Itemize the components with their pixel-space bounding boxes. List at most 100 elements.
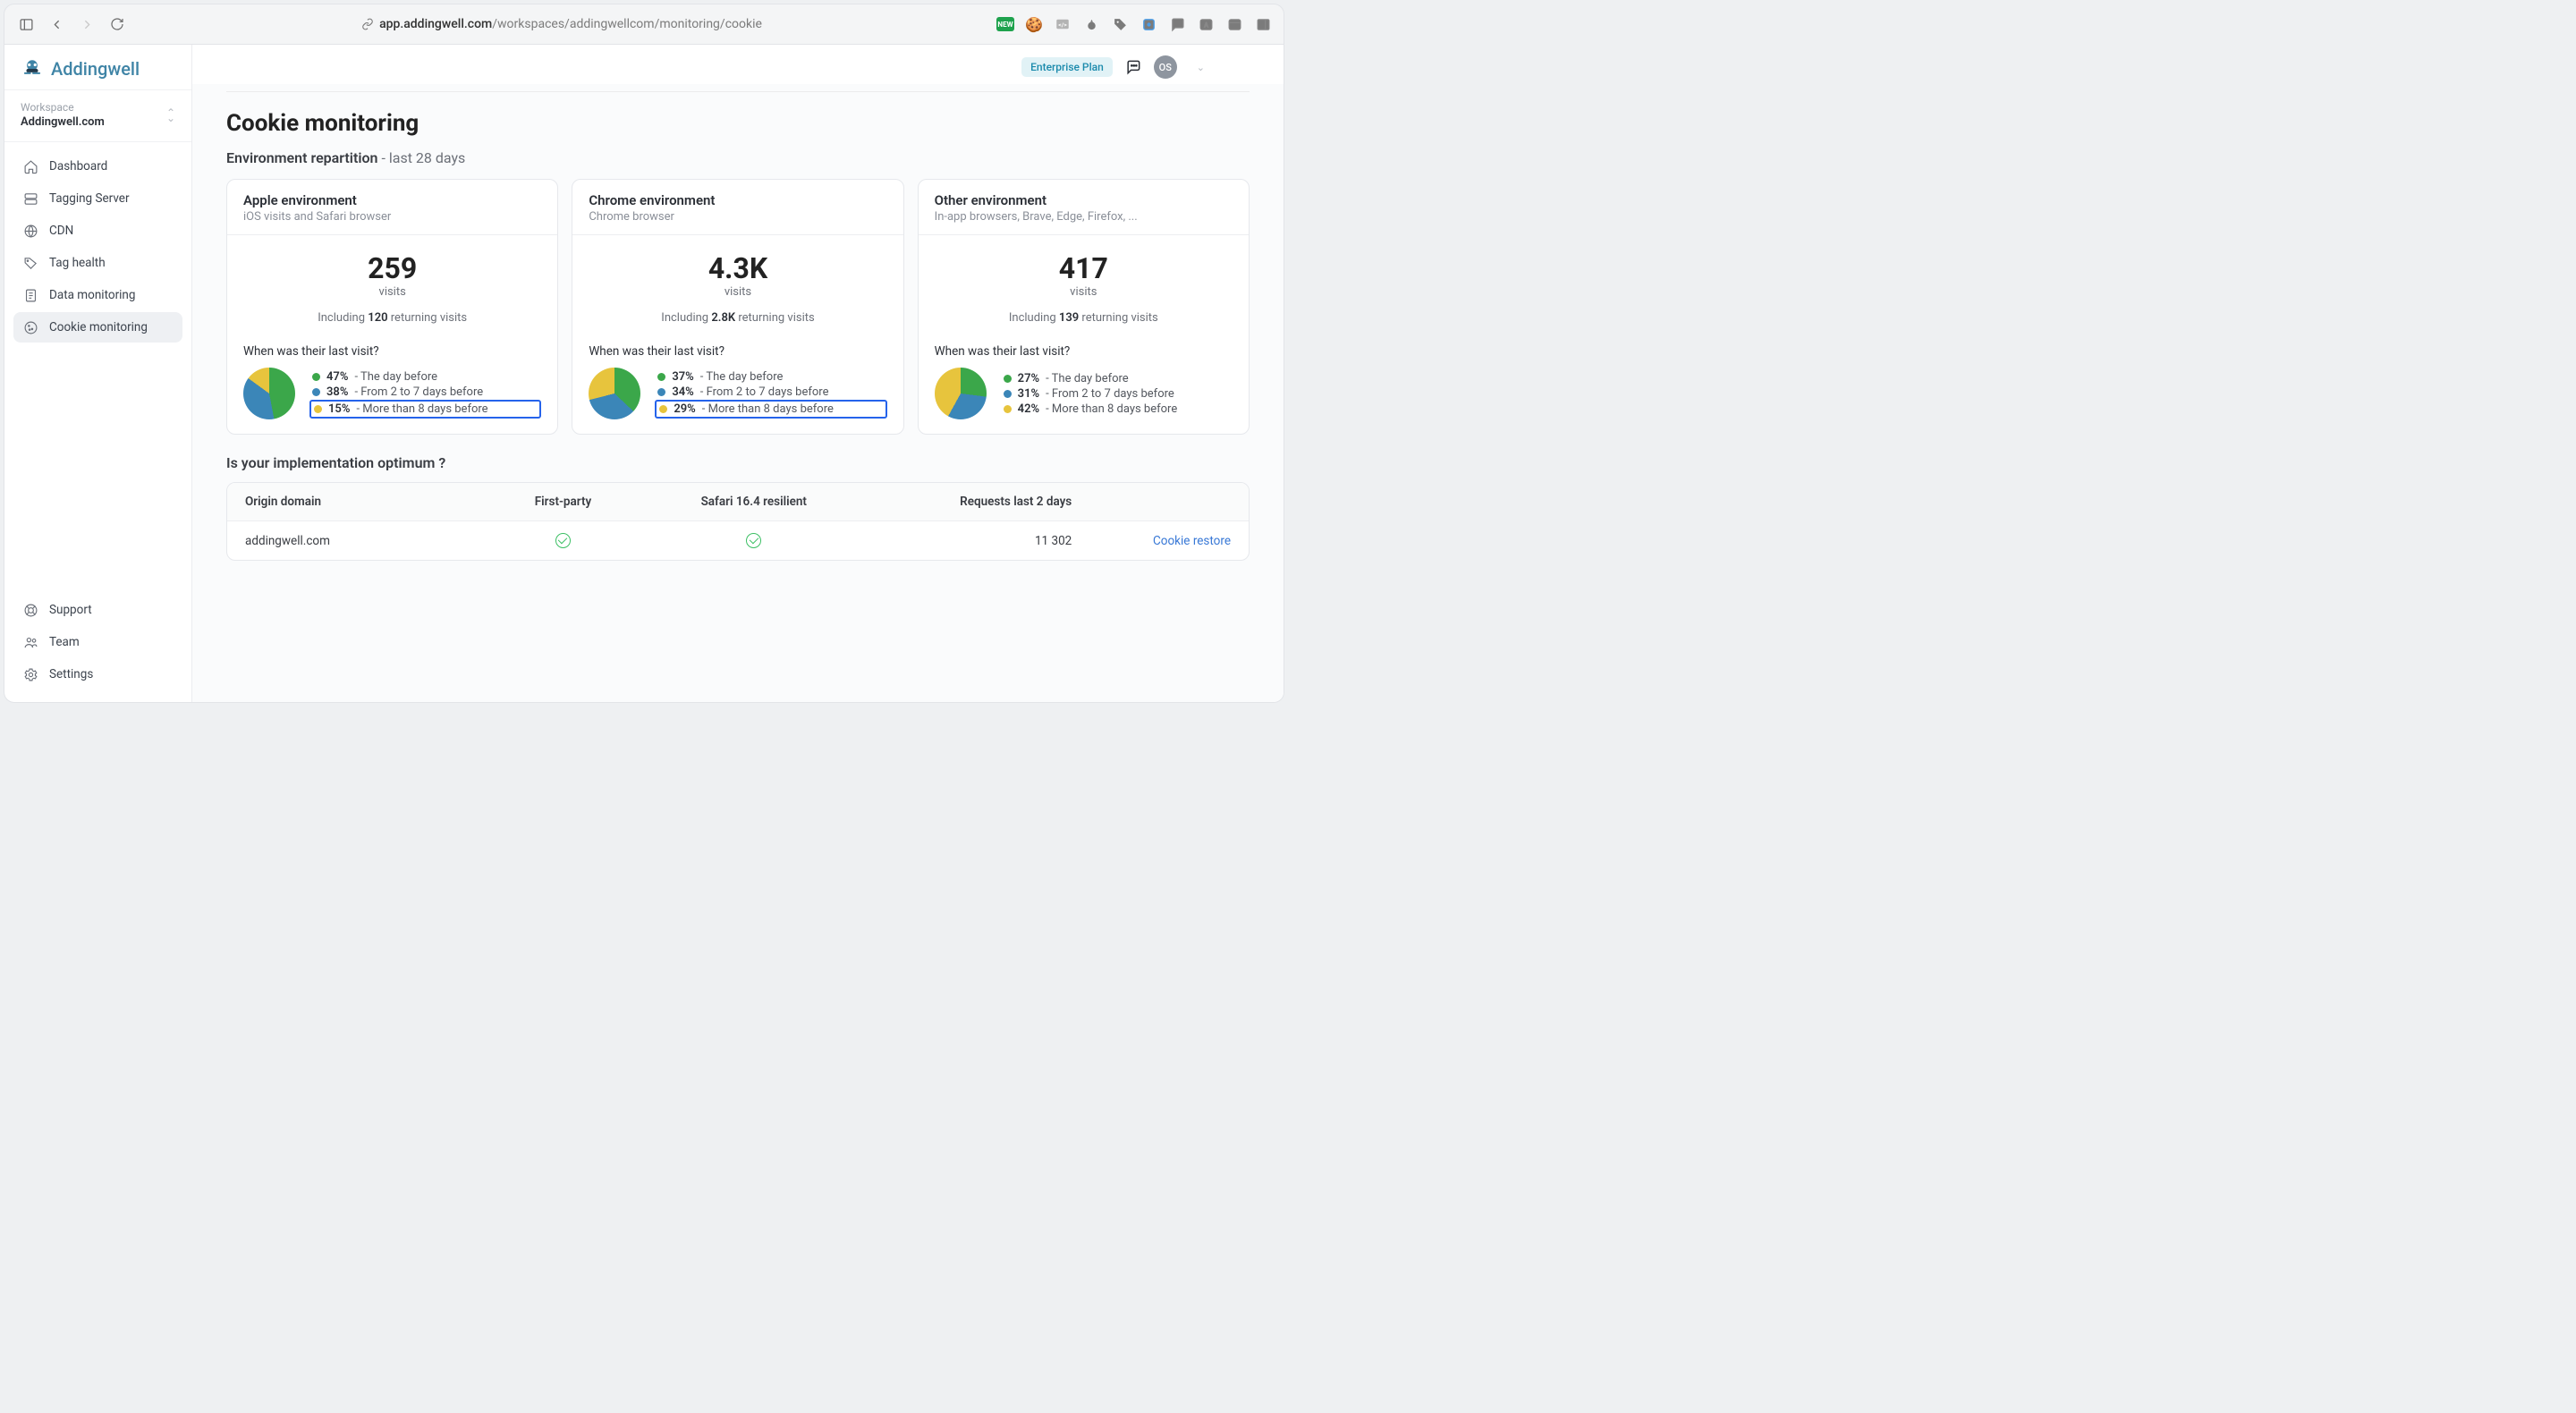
sidebar-item-settings[interactable]: Settings — [13, 659, 182, 690]
globe-icon — [22, 223, 38, 239]
sidebar-item-cookiemon[interactable]: Cookie monitoring — [13, 312, 182, 343]
legend-dot — [312, 388, 320, 396]
implementation-table: Origin domain First-party Safari 16.4 re… — [226, 482, 1250, 561]
legend-row: 15% - More than 8 days before — [309, 400, 541, 419]
col-firstparty: First-party — [535, 495, 592, 509]
server-icon — [22, 190, 38, 207]
impl-heading: Is your implementation optimum ? — [226, 454, 1250, 471]
sidebar-item-support[interactable]: Support — [13, 595, 182, 625]
legend-dot — [1004, 405, 1012, 413]
card-desc: iOS visits and Safari browser — [243, 210, 541, 224]
sidebar-item-label: Dashboard — [49, 159, 107, 173]
avatar[interactable]: OS — [1154, 55, 1177, 79]
pie-legend: 27% - The day before31% - From 2 to 7 da… — [1001, 371, 1233, 417]
legend-dot — [314, 405, 322, 413]
returning-visits: Including 120 returning visits — [243, 311, 541, 325]
chevron-updown-icon: ⌃⌄ — [166, 110, 175, 121]
legend-row: 37% - The day before — [655, 369, 886, 385]
legend-text: - From 2 to 7 days before — [354, 385, 483, 399]
chevron-down-icon[interactable]: ⌄ — [1188, 62, 1258, 73]
returning-visits: Including 2.8K returning visits — [589, 311, 886, 325]
brand-name: Addingwell — [51, 58, 140, 80]
ext-icon-tag[interactable] — [1110, 14, 1130, 34]
visit-count: 259 — [243, 251, 541, 285]
col-origin: Origin domain — [245, 495, 484, 509]
workspace-name: Addingwell.com — [21, 115, 105, 129]
card-desc: In-app browsers, Brave, Edge, Firefox, .… — [935, 210, 1233, 224]
plan-badge[interactable]: Enterprise Plan — [1021, 57, 1113, 77]
sidebar: Addingwell Workspace Addingwell.com ⌃⌄ D… — [4, 45, 192, 702]
sidebar-item-label: CDN — [49, 224, 73, 238]
ext-icon-chat[interactable] — [1167, 14, 1187, 34]
legend-pct: 42% — [1018, 402, 1039, 416]
sidebar-item-team[interactable]: Team — [13, 627, 182, 657]
ext-icon-box[interactable] — [1139, 14, 1158, 34]
main-content: Enterprise Plan OS ⌄ Cookie monitoring E… — [192, 45, 1284, 702]
card-title: Apple environment — [243, 192, 541, 208]
ext-icon-cookie[interactable]: 🍪 — [1024, 14, 1044, 34]
sidebar-item-label: Tagging Server — [49, 191, 130, 206]
question-label: When was their last visit? — [935, 344, 1233, 359]
url-path: /workspaces/addingwellcom/monitoring/coo… — [492, 17, 762, 31]
sidebar-item-cdn[interactable]: CDN — [13, 216, 182, 246]
brand-logo[interactable]: Addingwell — [4, 45, 191, 90]
divider — [226, 91, 1250, 92]
browser-chrome: app.addingwell.com/workspaces/addingwell… — [4, 4, 1284, 45]
sidebar-item-datamon[interactable]: Data monitoring — [13, 280, 182, 310]
col-safari: Safari 16.4 resilient — [701, 495, 807, 509]
sidebar-item-dashboard[interactable]: Dashboard — [13, 151, 182, 182]
svg-text:</>: </> — [1058, 21, 1067, 29]
cell-requests: 11 302 — [865, 534, 1072, 548]
visit-unit: visits — [243, 285, 541, 299]
address-bar[interactable]: app.addingwell.com/workspaces/addingwell… — [137, 17, 987, 31]
ext-icon-window[interactable] — [1224, 14, 1244, 34]
legend-pct: 47% — [326, 370, 348, 384]
question-label: When was their last visit? — [589, 344, 886, 359]
home-icon — [22, 158, 38, 174]
legend-dot — [1004, 390, 1012, 398]
legend-dot — [1004, 375, 1012, 383]
env-card: Apple environment iOS visits and Safari … — [226, 179, 558, 435]
lifebuoy-icon — [22, 602, 38, 618]
pie-chart — [935, 368, 987, 419]
legend-row: 42% - More than 8 days before — [1001, 402, 1233, 417]
env-card: Other environment In-app browsers, Brave… — [918, 179, 1250, 435]
legend-row: 27% - The day before — [1001, 371, 1233, 386]
cookie-icon — [22, 319, 38, 335]
ext-icon-1[interactable]: NEW — [996, 14, 1015, 34]
logo-icon — [21, 57, 44, 80]
legend-text: - More than 8 days before — [356, 402, 487, 416]
table-header: Origin domain First-party Safari 16.4 re… — [227, 483, 1249, 521]
url-host: app.addingwell.com — [379, 17, 492, 31]
question-label: When was their last visit? — [243, 344, 541, 359]
ext-icon-panel[interactable] — [1253, 14, 1273, 34]
legend-pct: 15% — [328, 402, 350, 416]
nav-back-icon[interactable] — [46, 13, 67, 35]
nav-forward-icon — [76, 13, 97, 35]
legend-text: - More than 8 days before — [702, 402, 834, 416]
legend-row: 29% - More than 8 days before — [655, 400, 886, 419]
sidebar-item-taghealth[interactable]: Tag health — [13, 248, 182, 278]
ext-icon-bug[interactable] — [1081, 14, 1101, 34]
sidebar-item-label: Settings — [49, 667, 93, 681]
env-card: Chrome environment Chrome browser 4.3K v… — [572, 179, 903, 435]
ext-icon-a[interactable]: A — [1196, 14, 1216, 34]
sidebar-item-tagging[interactable]: Tagging Server — [13, 183, 182, 214]
workspace-switcher[interactable]: Workspace Addingwell.com ⌃⌄ — [4, 90, 191, 142]
sidebar-toggle-icon[interactable] — [15, 13, 37, 35]
ext-icon-devtools[interactable]: </> — [1053, 14, 1072, 34]
sidebar-item-label: Data monitoring — [49, 288, 135, 302]
topbar: Enterprise Plan OS ⌄ — [192, 45, 1284, 84]
legend-pct: 34% — [672, 385, 693, 399]
legend-text: - The day before — [700, 370, 784, 384]
sidebar-item-label: Team — [49, 635, 80, 649]
page-title: Cookie monitoring — [226, 110, 1250, 137]
cookie-restore-link[interactable]: Cookie restore — [1153, 534, 1231, 548]
reload-icon[interactable] — [106, 13, 128, 35]
sidebar-item-label: Tag health — [49, 256, 106, 270]
legend-text: - From 2 to 7 days before — [700, 385, 829, 399]
legend-dot — [657, 373, 665, 381]
pie-chart — [589, 368, 640, 419]
visit-unit: visits — [935, 285, 1233, 299]
chat-icon[interactable] — [1123, 57, 1143, 77]
